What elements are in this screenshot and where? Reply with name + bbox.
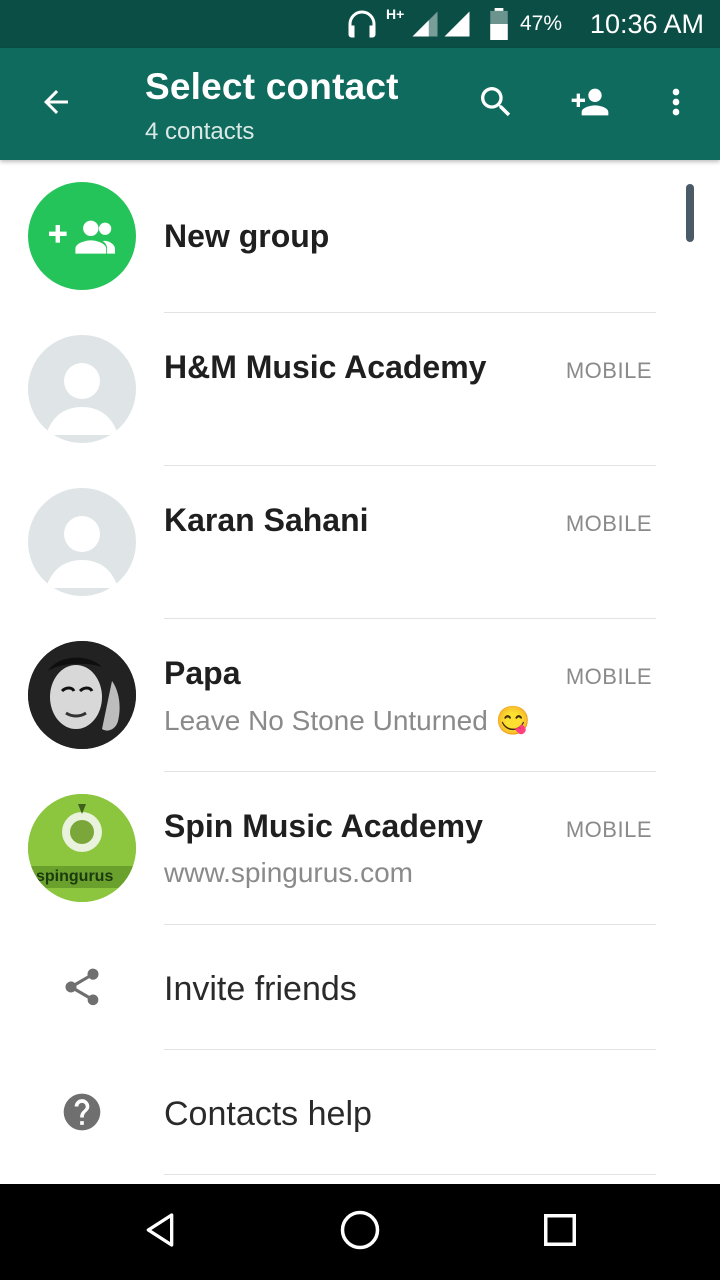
more-options-button[interactable]: [648, 76, 704, 132]
search-icon: [476, 82, 516, 127]
recents-square-icon: [541, 1211, 579, 1254]
share-icon: [52, 957, 112, 1017]
back-triangle-icon: [140, 1210, 180, 1255]
home-circle-icon: [339, 1209, 381, 1256]
navigation-bar: [0, 1184, 720, 1280]
photo-avatar: [28, 641, 136, 749]
clock: 10:36 AM: [589, 8, 704, 39]
contact-name: H&M Music Academy: [164, 349, 487, 385]
logo-avatar: spingurus: [28, 794, 136, 902]
signal-icon: [410, 0, 440, 48]
network-type-label: H+: [386, 6, 405, 22]
contact-type: MOBILE: [565, 511, 652, 536]
contact-type: MOBILE: [565, 358, 652, 383]
home-nav-button[interactable]: [330, 1202, 390, 1262]
contact-type: MOBILE: [565, 664, 652, 689]
contacts-help-row[interactable]: Contacts help: [0, 1049, 720, 1175]
divider: [164, 1174, 656, 1175]
help-icon: [52, 1082, 112, 1142]
recents-nav-button[interactable]: [530, 1202, 590, 1262]
new-group-label: New group: [164, 218, 330, 254]
back-nav-button[interactable]: [130, 1202, 190, 1262]
add-contact-icon: [566, 82, 614, 127]
headphones-icon: [344, 0, 380, 48]
contact-name: Spin Music Academy: [164, 808, 483, 844]
status-bar: H+ 47% 10:36 AM: [0, 0, 720, 48]
contact-row[interactable]: H&M Music Academy MOBILE: [0, 312, 720, 466]
contact-status: Leave No Stone Unturned 😋: [164, 704, 530, 737]
contact-row[interactable]: Karan Sahani MOBILE: [0, 465, 720, 619]
contact-count: 4 contacts: [145, 118, 255, 145]
default-avatar: [28, 488, 136, 596]
invite-friends-label: Invite friends: [164, 970, 357, 1008]
scrollbar[interactable]: [686, 184, 694, 242]
contact-status-text: Leave No Stone Unturned: [164, 705, 488, 736]
avatar-logo-text: spingurus: [36, 868, 114, 885]
back-arrow-icon: [38, 84, 74, 125]
contact-status: www.spingurus.com: [164, 857, 413, 888]
contact-list: New group H&M Music Academy MOBILE Karan…: [0, 160, 720, 1184]
search-button[interactable]: [468, 76, 524, 132]
emoji-icon: 😋: [495, 705, 531, 736]
page-title: Select contact: [145, 66, 399, 107]
contact-name: Karan Sahani: [164, 502, 369, 538]
app-bar: Select contact 4 contacts: [0, 48, 720, 160]
contact-row[interactable]: spingurus Spin Music Academy MOBILE www.…: [0, 771, 720, 925]
add-contact-button[interactable]: [562, 76, 618, 132]
new-group-icon: [28, 182, 136, 290]
contacts-help-label: Contacts help: [164, 1095, 372, 1133]
contact-name: Papa: [164, 655, 241, 691]
battery-icon: [488, 0, 510, 48]
invite-friends-row[interactable]: Invite friends: [0, 924, 720, 1050]
default-avatar: [28, 335, 136, 443]
contact-row[interactable]: Papa MOBILE Leave No Stone Unturned 😋: [0, 618, 720, 772]
new-group-row[interactable]: New group: [0, 160, 720, 313]
battery-percent: 47%: [520, 12, 563, 35]
more-vert-icon: [656, 82, 696, 127]
signal-icon: [442, 0, 472, 48]
contact-type: MOBILE: [565, 817, 652, 842]
back-button[interactable]: [28, 76, 84, 132]
